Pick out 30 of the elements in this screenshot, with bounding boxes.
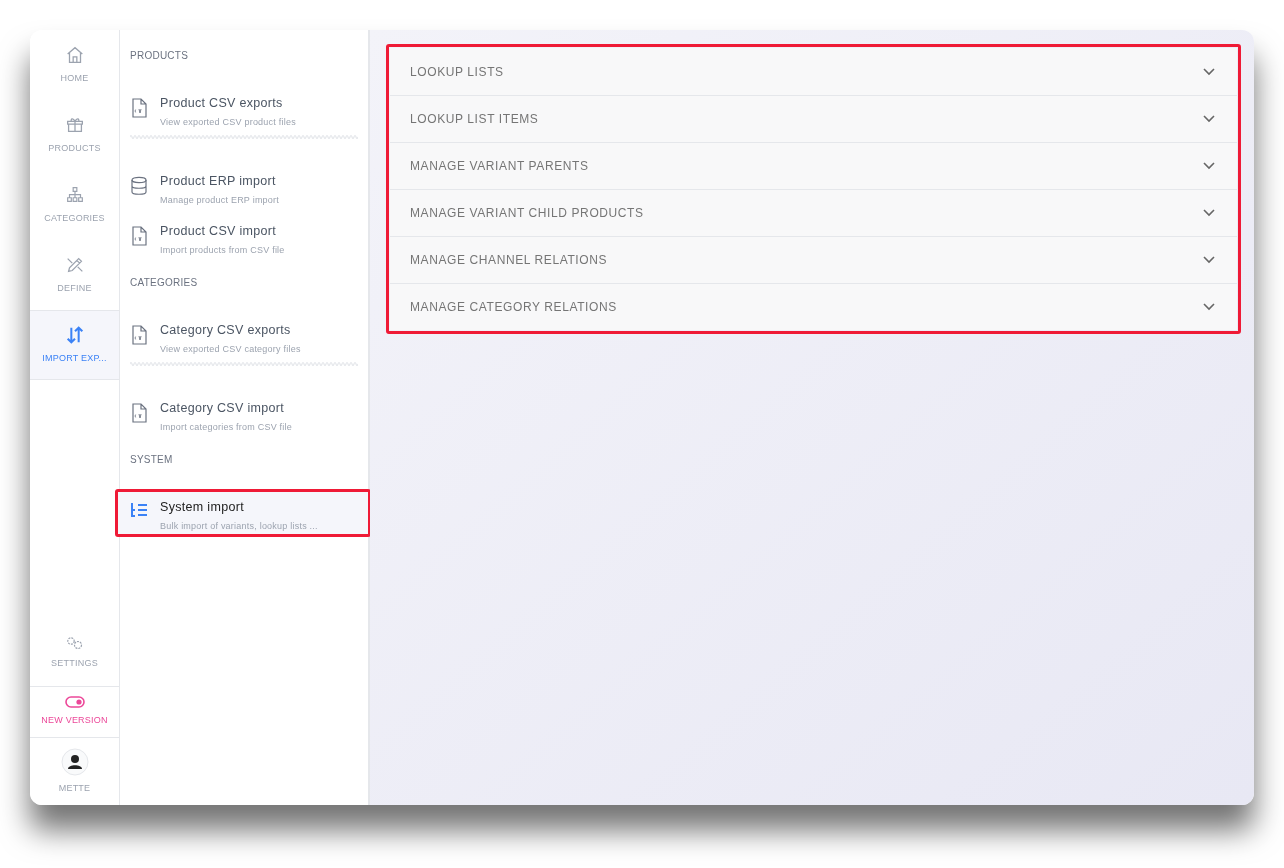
- accordion-panel-header[interactable]: LOOKUP LISTS: [390, 48, 1237, 95]
- chevron-icon: [1203, 209, 1215, 217]
- avatar-icon: [60, 747, 89, 776]
- accordion-panel-header[interactable]: MANAGE CHANNEL RELATIONS: [390, 236, 1237, 283]
- toggle-icon: [64, 696, 85, 709]
- sub-nav-item[interactable]: Category CSV import Import categories from CSV file: [115, 390, 371, 438]
- section-heading: SYSTEM: [129, 453, 174, 467]
- chevron-icon: [1203, 162, 1215, 170]
- sub-nav-item[interactable]: System import Bulk import of variants, lookup lists ...: [115, 489, 371, 537]
- settings-nav-item[interactable]: SETTINGS: [30, 620, 119, 686]
- accordion-panel-header[interactable]: MANAGE VARIANT PARENTS: [390, 142, 1237, 189]
- nav-item[interactable]: IMPORT EXP...: [30, 310, 119, 380]
- chevron-icon: [1203, 256, 1215, 264]
- database-icon: [130, 176, 148, 196]
- csv-file-icon: [131, 403, 147, 423]
- csv-file-icon: [131, 325, 147, 345]
- chevron-icon: [1203, 115, 1215, 123]
- new-version-toggle[interactable]: NEW VERSION: [30, 686, 119, 737]
- csv-file-icon: [131, 226, 147, 246]
- chevron-icon: [1203, 67, 1215, 76]
- accordion-panel-header[interactable]: MANAGE VARIANT CHILD PRODUCTS: [390, 189, 1237, 236]
- user-nav-item[interactable]: METTE: [30, 737, 119, 805]
- csv-file-icon: [131, 98, 147, 118]
- tree-list-icon: [130, 502, 148, 518]
- accordion-panel-header[interactable]: LOOKUP LIST ITEMS: [390, 95, 1237, 142]
- settings-icon: [64, 635, 85, 652]
- accordion-panel-header[interactable]: MANAGE CATEGORY RELATIONS: [390, 283, 1237, 330]
- section-heading: CATEGORIES: [129, 276, 199, 290]
- chevron-icon: [1203, 303, 1215, 311]
- section-heading: PRODUCTS: [129, 49, 190, 63]
